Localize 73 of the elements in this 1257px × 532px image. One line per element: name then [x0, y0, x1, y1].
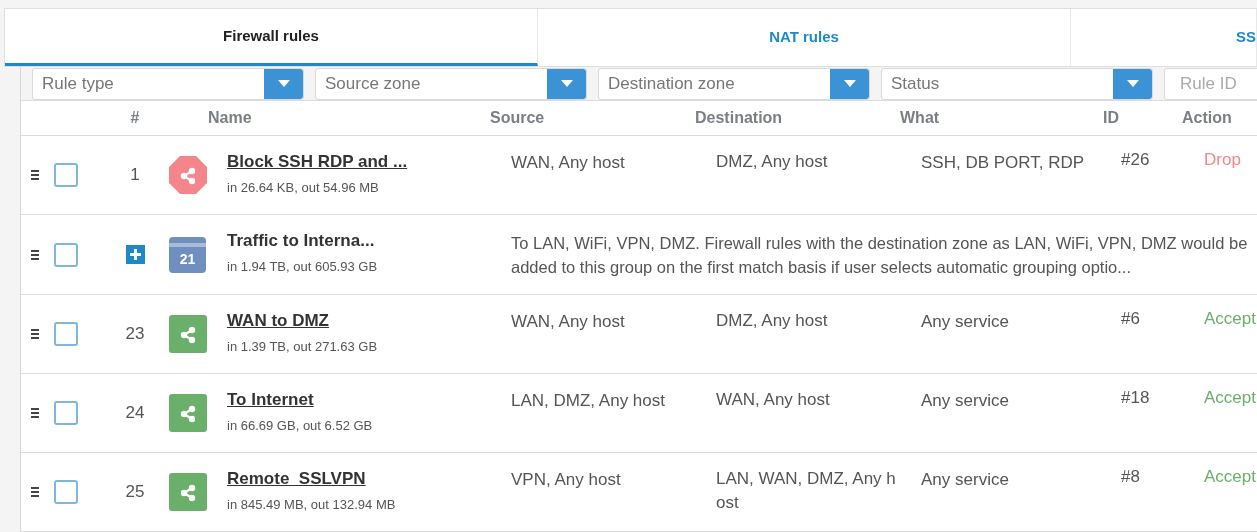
destination-cell-text: DMZ, Any host: [716, 151, 829, 173]
rule-count: 21: [179, 250, 196, 269]
dropdown-button[interactable]: [547, 68, 586, 99]
caret-icon: [277, 80, 290, 87]
source-cell: WAN, Any host: [511, 312, 625, 331]
caret-icon: [560, 80, 573, 87]
column-header: Action: [1182, 109, 1232, 126]
traffic-summary: in 1.39 TB, out 271.63 GB: [227, 337, 379, 356]
dropdown-button[interactable]: [1113, 68, 1152, 99]
dropdown-button[interactable]: [830, 68, 869, 99]
column-header: Name: [208, 109, 252, 126]
destination-cell-text: WAN, Any host: [716, 389, 831, 411]
destination-cell-text: LAN, WAN, DMZ, Any host: [716, 468, 897, 514]
tab[interactable]: NAT rules: [538, 9, 1071, 66]
drag-handle-icon[interactable]: [31, 249, 39, 260]
dropdown-placeholder: Status: [890, 72, 941, 95]
column-header: What: [900, 109, 940, 126]
drag-handle-icon[interactable]: [31, 170, 39, 180]
traffic-summary: in 66.69 GB, out 6.52 GB: [227, 416, 374, 435]
drag-handle-icon[interactable]: [31, 329, 39, 339]
service-cell: Any service: [921, 312, 1009, 331]
rule-name-link[interactable]: To Internet: [227, 388, 314, 410]
destination-cell-text: DMZ, Any host: [716, 310, 829, 332]
rule-id: #6: [1121, 309, 1140, 328]
rule-name-link[interactable]: WAN to DMZ: [227, 309, 329, 331]
action-label: Accept: [1204, 388, 1256, 407]
rule-name-link[interactable]: Remote_SSLVPN: [227, 467, 366, 489]
column-header: Destination: [695, 109, 783, 126]
expand-icon[interactable]: [125, 245, 145, 264]
checkbox[interactable]: [54, 242, 78, 267]
group-description: To LAN, WiFi, VPN, DMZ. Firewall rules with the destination zone as LAN, WiFi, VPN, DMZ would be added to this group on the first match basis if user selects automatic grouping optio...: [511, 232, 1249, 278]
checkbox[interactable]: [54, 322, 78, 346]
group-name[interactable]: Traffic to Interna...: [227, 230, 511, 252]
column-header: ID: [1103, 109, 1119, 126]
source-cell: VPN, Any host: [511, 470, 621, 489]
rule-number: 24: [125, 402, 145, 425]
rule-number: 23: [125, 323, 145, 346]
traffic-summary: in 1.94 TB, out 605.93 GB: [227, 258, 379, 277]
filter-dropdown[interactable]: Status: [881, 67, 1153, 100]
column-header: #: [130, 108, 140, 128]
traffic-summary: in 845.49 MB, out 132.94 MB: [227, 495, 397, 514]
rule-id: #18: [1121, 388, 1150, 407]
source-cell: WAN, Any host: [511, 153, 625, 172]
checkbox[interactable]: [54, 163, 78, 187]
column-header: Source: [490, 109, 545, 126]
dropdown-placeholder: Destination zone: [607, 72, 736, 95]
filter-dropdown[interactable]: Destination zone: [598, 67, 870, 100]
rule-id: #8: [1121, 467, 1140, 486]
rule-id: #26: [1121, 150, 1150, 169]
drag-handle-icon[interactable]: [31, 408, 39, 418]
rule-number: 25: [125, 481, 145, 504]
filter-dropdown[interactable]: Rule type: [32, 67, 304, 100]
filter-dropdown[interactable]: Source zone: [315, 67, 587, 100]
tab[interactable]: SS: [1071, 9, 1257, 66]
dropdown-placeholder: Rule type: [41, 72, 115, 95]
service-cell: SSH, DB PORT, RDP: [921, 153, 1085, 172]
action-label: Accept: [1204, 309, 1256, 328]
caret-icon: [1126, 80, 1139, 87]
service-cell: Any service: [921, 470, 1009, 489]
checkbox[interactable]: [54, 401, 78, 425]
rule-number: 1: [130, 164, 140, 187]
caret-icon: [843, 80, 856, 87]
traffic-summary: in 26.64 KB, out 54.96 MB: [227, 178, 380, 197]
dropdown-placeholder: Source zone: [324, 72, 422, 95]
dropdown-button[interactable]: [264, 68, 303, 99]
drag-handle-icon[interactable]: [31, 487, 39, 497]
rule-name-link[interactable]: Block SSH RDP and ...: [227, 150, 408, 172]
action-label: Drop: [1204, 150, 1241, 169]
action-label: Accept: [1204, 467, 1256, 486]
rule-id-field[interactable]: Rule ID: [1164, 67, 1257, 100]
source-cell: LAN, DMZ, Any host: [511, 391, 665, 410]
checkbox[interactable]: [54, 480, 78, 504]
service-cell: Any service: [921, 391, 1009, 410]
